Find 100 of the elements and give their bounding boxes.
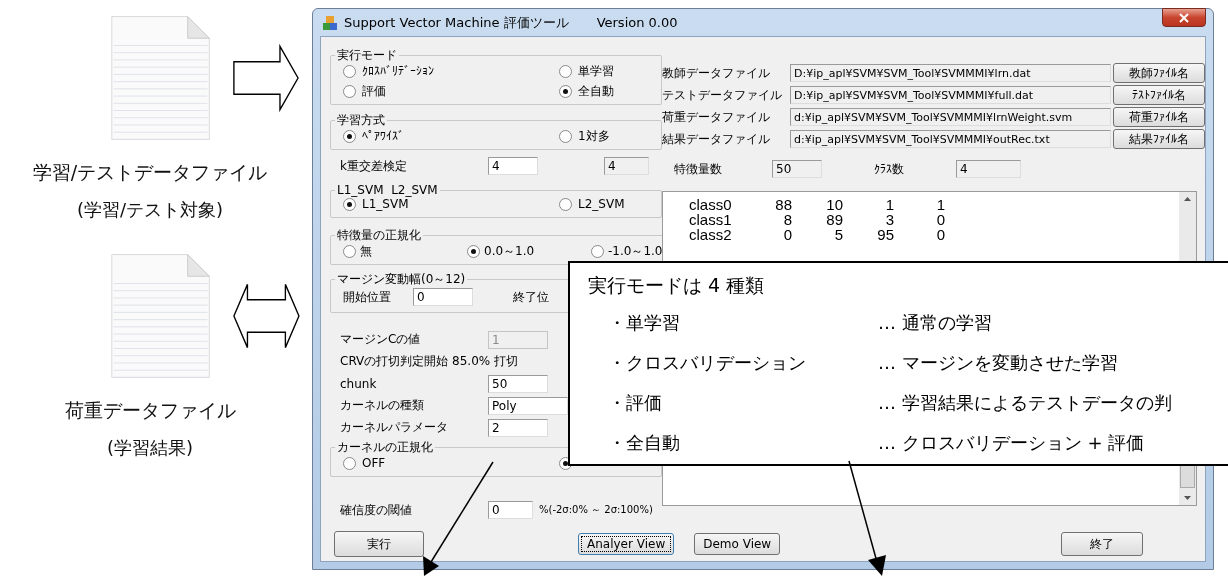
radio-option[interactable]: L2_SVM [559, 197, 661, 211]
radio-option[interactable]: 単学習 [559, 64, 661, 78]
result-text: 88 [774, 197, 792, 212]
readout-field: 4 [604, 157, 649, 175]
radio-option[interactable]: 無 [343, 244, 467, 258]
field-label: テストデータファイル [662, 86, 783, 104]
mode-description: … マージンを変動させた学習 [878, 351, 1119, 375]
group-label: 特徴量の正規化 [336, 227, 422, 244]
readout-field: 4 [956, 160, 1021, 178]
scroll-up-icon [1184, 197, 1191, 201]
radio-button[interactable] [343, 129, 356, 143]
result-text: 5 [833, 227, 843, 242]
exit-button[interactable]: 終了 [1061, 532, 1143, 556]
run-button[interactable]: 実行 [334, 531, 424, 557]
file-note: (学習/テスト対象) [76, 198, 224, 222]
radio-option[interactable]: ｸﾛｽﾊﾞﾘﾃﾞｰｼｮﾝ [343, 64, 559, 78]
mode-name: ・クロスバリデーション [608, 351, 807, 375]
file-caption: 荷重データファイル [64, 398, 236, 423]
file-caption: 学習/テストデータファイル [32, 160, 268, 185]
result-text: 89 [825, 212, 843, 227]
mode-name: ・全自動 [608, 431, 681, 455]
result-text: class0 [689, 197, 733, 212]
path-field[interactable]: D:¥ip_apl¥SVM¥SVM_Tool¥SVMMMI¥full.dat [790, 86, 1111, 104]
field-label: chunk [340, 376, 378, 391]
close-icon [1179, 12, 1189, 23]
path-field[interactable]: d:¥ip_apl¥SVM¥SVM_Tool¥SVMMMI¥lrnWeight.svm [790, 108, 1111, 126]
mode-name: ・単学習 [608, 311, 681, 335]
result-text: class1 [689, 212, 733, 227]
result-text: 1 [884, 197, 894, 212]
field-label: 結果データファイル [662, 130, 771, 148]
radio-option[interactable]: -1.0～1.0 [591, 244, 663, 258]
mode-description: … クロスバリデーション + 評価 [878, 431, 1146, 455]
field-label: 教師データファイル [662, 64, 771, 82]
result-text: 0 [935, 227, 945, 242]
browse-button[interactable]: 結果ﾌｧｲﾙ名 [1113, 129, 1205, 149]
radio-button[interactable] [559, 64, 572, 78]
radio-option[interactable]: OFF [343, 456, 559, 470]
result-text: 0 [782, 227, 792, 242]
readout-field: 50 [772, 160, 822, 178]
result-text: 0 [935, 212, 945, 227]
radio-button[interactable] [559, 197, 572, 211]
mode-name: ・評価 [608, 391, 663, 415]
input-field[interactable]: 50 [488, 374, 548, 393]
result-text: 10 [825, 197, 843, 212]
view-button[interactable]: Demo View [694, 533, 781, 555]
radio-button[interactable] [467, 244, 480, 258]
field-label: マージンCの値 [340, 331, 422, 348]
input-field[interactable]: 0 [488, 501, 533, 519]
radio-option[interactable]: 0.0～1.0 [467, 244, 591, 258]
field-label: 荷重データファイル [662, 108, 771, 126]
field-label: カーネルの種類 [340, 397, 425, 414]
radio-option[interactable]: 全自動 [559, 84, 661, 98]
field-label: 確信度の閾値 [340, 501, 413, 519]
radio-option[interactable]: 評価 [343, 84, 559, 98]
field-label: 特徴量数 [673, 160, 723, 178]
dropdown-field[interactable]: Poly [488, 396, 568, 415]
group-label: 学習方式 [336, 112, 386, 129]
range-hint: %(-2σ:0% ～ 2σ:100%) [539, 503, 653, 517]
radio-button[interactable] [343, 456, 356, 470]
result-text: 8 [782, 212, 792, 227]
radio-button[interactable] [559, 129, 572, 143]
radio-option[interactable]: ﾍﾟｱﾜｲｽﾞ [343, 129, 559, 143]
browse-button[interactable]: 教師ﾌｧｲﾙ名 [1113, 63, 1205, 83]
field-label: 終了位 [513, 288, 549, 306]
browse-button[interactable]: 荷重ﾌｧｲﾙ名 [1113, 107, 1205, 127]
result-text: 1 [935, 197, 945, 212]
group-label: L1_SVM L2_SVM [336, 183, 439, 197]
path-field[interactable]: D:¥ip_apl¥SVM¥SVM_Tool¥SVMMMI¥lrn.dat [790, 64, 1111, 82]
result-text: 95 [876, 227, 894, 242]
hollow-arrow-icon [233, 42, 300, 114]
field-label: カーネルパラメータ [340, 419, 449, 436]
field-label: ｸﾗｽ数 [874, 160, 905, 178]
scroll-down-icon [1184, 496, 1191, 500]
radio-option[interactable]: 1対多 [559, 129, 661, 143]
group-label: カーネルの正規化 [336, 439, 434, 456]
path-field[interactable]: d:¥ip_apl¥SVM¥SVM_Tool¥SVMMMI¥outRec.txt [790, 130, 1111, 148]
browse-button[interactable]: ﾃｽﾄﾌｧｲﾙ名 [1113, 85, 1205, 105]
app-icon [322, 14, 338, 31]
input-field[interactable]: 2 [488, 418, 548, 437]
group-label: 実行モード [336, 47, 398, 64]
group-label: マージン変動幅(0～12) [336, 271, 467, 288]
radio-button[interactable] [343, 64, 356, 78]
radio-button[interactable] [343, 197, 356, 211]
result-text: 3 [884, 212, 894, 227]
mode-description: … 通常の学習 [878, 311, 993, 335]
mode-description: … 学習結果によるテストデータの判 [878, 391, 1173, 415]
radio-button[interactable] [343, 84, 356, 98]
input-field[interactable]: 4 [488, 157, 538, 175]
radio-button[interactable] [591, 244, 604, 258]
field-label: CRVの打切判定開始 85.0% 打切 [340, 353, 519, 370]
radio-button[interactable] [343, 244, 356, 258]
view-button[interactable]: Analyer View [578, 533, 675, 555]
result-text: class2 [689, 227, 733, 242]
radio-button[interactable] [559, 84, 572, 98]
field-label: k重交差検定 [339, 157, 408, 175]
radio-option[interactable]: L1_SVM [343, 197, 559, 211]
window-title: Support Vector Machine 評価ツール [344, 13, 569, 32]
input-field[interactable]: 0 [413, 288, 473, 306]
close-button[interactable] [1162, 8, 1206, 27]
file-note: (学習結果) [106, 436, 193, 460]
